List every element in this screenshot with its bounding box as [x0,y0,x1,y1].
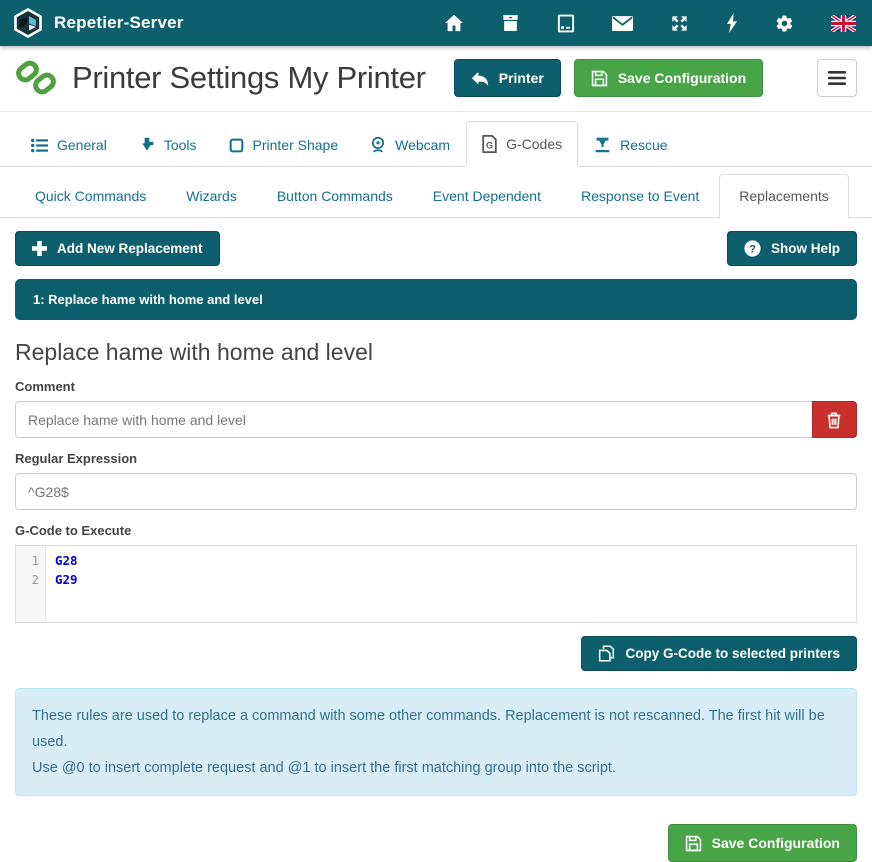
gcode-line: G29 [55,570,856,589]
replacement-list-header[interactable]: 1: Replace hame with home and level [15,279,857,320]
svg-text:G: G [486,141,493,151]
page-header: Printer Settings My Printer Printer Save… [0,46,872,112]
console-icon[interactable] [557,14,575,33]
tab-webcam[interactable]: Webcam [354,122,466,166]
uk-flag-icon[interactable] [831,15,856,32]
expand-icon[interactable] [670,14,689,33]
delete-replacement-button[interactable] [812,401,857,438]
back-to-printer-button[interactable]: Printer [454,59,561,97]
back-to-printer-label: Printer [499,70,544,86]
brand-name: Repetier-Server [54,13,184,33]
subtab-label: Response to Event [581,188,699,204]
svg-text:?: ? [749,243,756,255]
tab-label: G-Codes [506,136,562,152]
subtab-event-dependent[interactable]: Event Dependent [413,174,561,217]
gcode-editor-gutter: 1 2 [16,546,46,622]
subtab-button-commands[interactable]: Button Commands [257,174,413,217]
tool-icon [139,137,155,153]
tab-general[interactable]: General [15,123,123,166]
gcodes-subtab-bar: Quick Commands Wizards Button Commands E… [0,174,872,218]
copy-icon [598,645,615,662]
replacements-toolbar: Add New Replacement ? Show Help [0,218,872,277]
square-icon [229,138,244,153]
tab-tools[interactable]: Tools [123,123,213,166]
comment-input[interactable] [15,401,813,438]
tab-label: Printer Shape [253,137,339,153]
show-help-button[interactable]: ? Show Help [727,231,857,266]
subtab-response-to-event[interactable]: Response to Event [561,174,719,217]
question-circle-icon: ? [744,240,761,257]
printer-box-icon[interactable] [501,14,520,32]
floppy-icon [685,835,702,852]
replacement-heading: Replace hame with home and level [15,339,857,366]
gcode-file-icon: G [482,135,497,153]
tab-label: General [57,137,107,153]
subtab-label: Wizards [186,188,237,204]
show-help-label: Show Help [771,241,840,256]
save-configuration-label-top: Save Configuration [618,70,746,86]
subtab-replacements[interactable]: Replacements [719,174,849,218]
save-configuration-label-bottom: Save Configuration [712,835,840,851]
gcode-editor[interactable]: 1 2 G28 G29 [15,545,857,623]
tab-label: Rescue [620,137,667,153]
reply-arrow-icon [471,71,489,86]
webcam-icon [370,136,386,153]
top-navbar: Repetier-Server [0,0,872,46]
mail-icon[interactable] [612,16,633,31]
copy-gcode-label: Copy G-Code to selected printers [625,646,840,661]
line-number: 1 [16,551,45,570]
chain-link-icon [15,58,59,98]
comment-label: Comment [15,379,857,394]
comment-input-group [15,401,857,438]
footer-actions: Save Configuration [0,796,872,862]
replacement-form: Replace hame with home and level Comment… [0,320,872,623]
save-configuration-button-bottom[interactable]: Save Configuration [668,824,857,862]
home-icon[interactable] [444,14,464,32]
regex-input[interactable] [15,473,857,510]
subtab-label: Replacements [739,188,829,204]
bolt-icon[interactable] [726,13,738,33]
page-title: Printer Settings My Printer [72,60,426,96]
brand[interactable]: Repetier-Server [12,7,184,39]
tab-rescue[interactable]: Rescue [578,122,683,166]
info-line: These rules are used to replace a comman… [32,703,840,755]
subtab-label: Quick Commands [35,188,146,204]
list-icon [31,138,48,153]
subtab-quick-commands[interactable]: Quick Commands [15,174,166,217]
subtab-label: Button Commands [277,188,393,204]
tab-gcodes[interactable]: G G-Codes [466,121,578,167]
gcode-label: G-Code to Execute [15,523,857,538]
nozzle-icon [594,136,611,153]
copy-row: Copy G-Code to selected printers [0,623,872,671]
trash-icon [826,411,842,429]
save-configuration-button-top[interactable]: Save Configuration [574,59,763,97]
settings-tab-bar: General Tools Printer Shape Webcam G G-C… [0,121,872,167]
floppy-icon [591,70,608,87]
subtab-label: Event Dependent [433,188,541,204]
add-new-replacement-button[interactable]: Add New Replacement [15,231,220,266]
line-number: 2 [16,570,45,589]
plus-icon [32,241,47,256]
menu-button[interactable] [817,59,857,97]
hamburger-icon [828,71,846,85]
add-new-replacement-label: Add New Replacement [57,241,203,256]
repetier-logo [12,7,44,39]
gcode-editor-text[interactable]: G28 G29 [46,546,856,622]
subtab-wizards[interactable]: Wizards [166,174,257,217]
info-box: These rules are used to replace a comman… [15,688,857,796]
gcode-line: G28 [55,551,856,570]
info-line: Use @0 to insert complete request and @1… [32,755,840,781]
tab-label: Tools [164,137,197,153]
navbar-icon-group [444,13,856,33]
gear-icon[interactable] [775,14,794,33]
tab-label: Webcam [395,137,450,153]
copy-gcode-button[interactable]: Copy G-Code to selected printers [581,636,857,671]
tab-printer-shape[interactable]: Printer Shape [213,123,355,166]
regex-label: Regular Expression [15,451,857,466]
